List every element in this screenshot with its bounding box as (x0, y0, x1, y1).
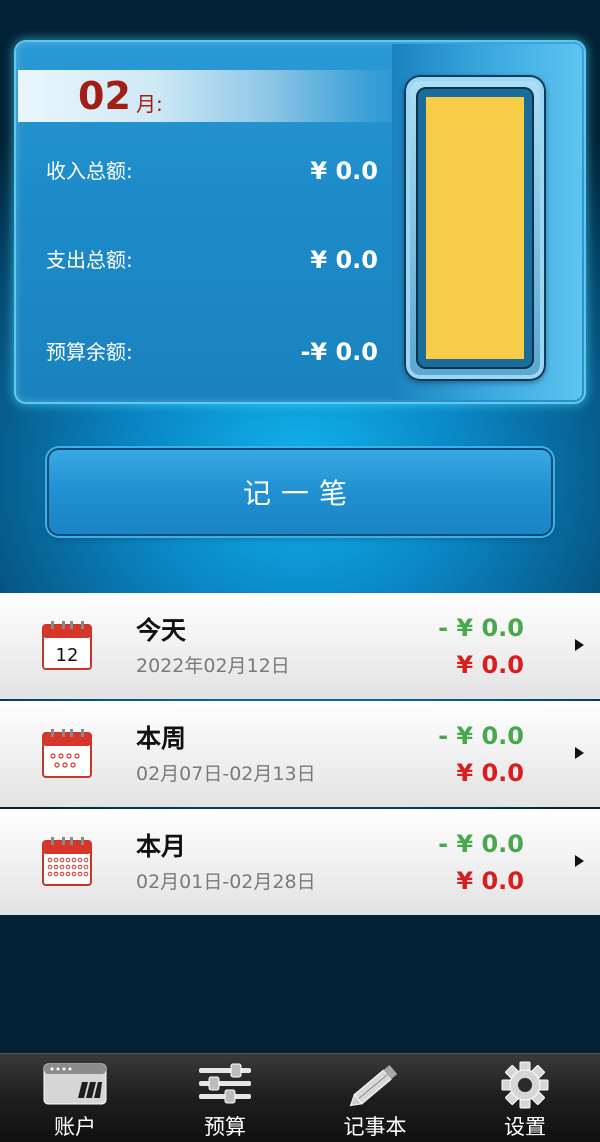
period-income: - ¥ 0.0 (438, 830, 524, 858)
nav-label: 预算 (204, 1115, 246, 1139)
month-number: 02 (78, 74, 131, 118)
calendar-day-icon: 12 (42, 621, 92, 670)
summary-card: 02 月: 收入总额: ¥ 0.0 支出总额: ¥ 0.0 预算余额: -¥ 0… (16, 42, 584, 402)
chevron-right-icon (575, 855, 584, 867)
budget-balance-label: 预算余额: (46, 340, 133, 364)
period-range: 02月07日-02月13日 (136, 763, 316, 785)
calendar-day-number: 12 (56, 645, 79, 666)
sliders-icon (199, 1063, 251, 1104)
nav-label: 设置 (504, 1115, 546, 1139)
calendar-month-icon (42, 837, 92, 886)
period-title: 本周 (136, 724, 187, 753)
period-expense: ¥ 0.0 (456, 867, 524, 895)
chevron-right-icon (575, 747, 584, 759)
expense-total-value: ¥ 0.0 (310, 246, 378, 274)
period-row-week[interactable]: 本周 02月07日-02月13日 - ¥ 0.0 ¥ 0.0 (0, 701, 600, 807)
nav-item-budget[interactable]: 预算 (150, 1054, 300, 1142)
nav-item-notebook[interactable]: 记事本 (300, 1054, 450, 1142)
calendar-week-icon (42, 729, 92, 778)
period-title: 今天 (136, 616, 187, 645)
budget-meter-track (416, 87, 534, 369)
period-expense: ¥ 0.0 (456, 651, 524, 679)
nav-item-account[interactable]: 账户 (0, 1054, 150, 1142)
period-expense: ¥ 0.0 (456, 759, 524, 787)
budget-meter-fill (426, 97, 524, 359)
gear-icon (501, 1061, 549, 1109)
income-total-value: ¥ 0.0 (310, 157, 378, 185)
budget-balance-value: -¥ 0.0 (300, 338, 378, 366)
period-title: 本月 (136, 832, 187, 861)
nav-label: 账户 (54, 1115, 96, 1139)
nav-label: 记事本 (343, 1115, 407, 1139)
month-suffix: 月: (136, 92, 163, 116)
nav-item-settings[interactable]: 设置 (450, 1054, 600, 1142)
period-row-month[interactable]: 本月 02月01日-02月28日 - ¥ 0.0 ¥ 0.0 (0, 809, 600, 915)
expense-total-label: 支出总额: (46, 248, 133, 272)
period-row-today[interactable]: 12 今天 2022年02月12日 - ¥ 0.0 ¥ 0.0 (0, 593, 600, 699)
pencil-icon (349, 1064, 398, 1107)
record-entry-button[interactable]: 记一笔 (49, 450, 551, 534)
period-income: - ¥ 0.0 (438, 614, 524, 642)
budget-meter (404, 75, 546, 381)
bottom-nav: 账户 预算 记事本 设置 (0, 1053, 600, 1142)
account-card-icon (43, 1063, 107, 1105)
chevron-right-icon (575, 639, 584, 651)
period-income: - ¥ 0.0 (438, 722, 524, 750)
period-range: 02月01日-02月28日 (136, 871, 316, 893)
month-strip (18, 70, 406, 122)
income-total-label: 收入总额: (46, 159, 133, 183)
period-range: 2022年02月12日 (136, 655, 290, 677)
period-list: 12 今天 2022年02月12日 - ¥ 0.0 ¥ 0.0 本周 02月07… (0, 593, 600, 917)
